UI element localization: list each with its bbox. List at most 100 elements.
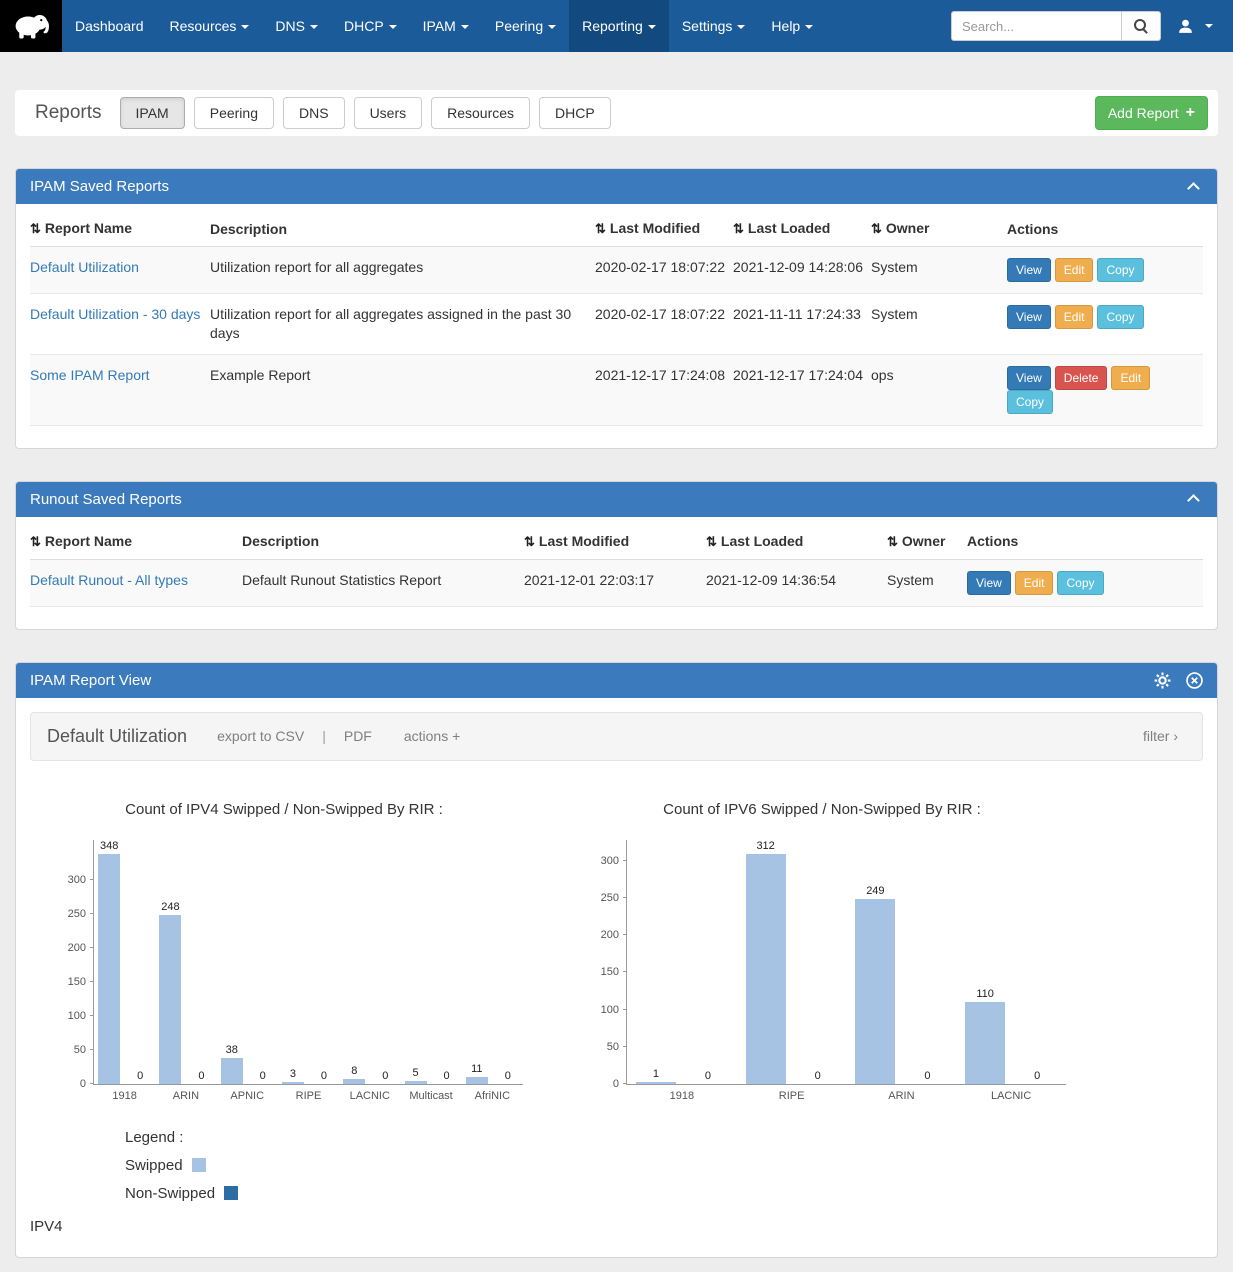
view-button[interactable]: View	[1007, 258, 1051, 282]
bar-swipped	[965, 1002, 1005, 1084]
view-button[interactable]: View	[1007, 366, 1051, 390]
last-modified-cell: 2020-02-17 18:07:22	[595, 247, 733, 294]
section-label-ipv4: IPV4	[30, 1218, 1203, 1235]
nav-item-help[interactable]: Help	[758, 0, 826, 52]
last-modified-cell: 2020-02-17 18:07:22	[595, 294, 733, 355]
column-header-report-name[interactable]: ⇅Report Name	[30, 521, 242, 560]
edit-button[interactable]: Edit	[1111, 366, 1150, 390]
sort-icon: ⇅	[30, 534, 41, 549]
bar-value-label: 110	[976, 988, 994, 1001]
x-category-label: RIPE	[779, 1090, 805, 1102]
runout_saved_reports-body: Default Runout - All typesDefault Runout…	[30, 559, 1203, 606]
view-button[interactable]: View	[967, 571, 1011, 595]
export-pdf-link[interactable]: PDF	[344, 728, 372, 744]
tab-dns[interactable]: DNS	[283, 97, 345, 129]
runout-saved-reports-panel: Runout Saved Reports ⇅Report NameDescrip…	[15, 481, 1218, 630]
chevron-down-icon	[461, 25, 469, 29]
copy-button[interactable]: Copy	[1057, 571, 1103, 595]
tab-resources[interactable]: Resources	[431, 97, 530, 129]
copy-button[interactable]: Copy	[1097, 258, 1143, 282]
column-label: Report Name	[45, 220, 132, 236]
bar-swipped	[221, 1058, 243, 1084]
brand-logo[interactable]	[0, 0, 62, 52]
add-report-button[interactable]: Add Report +	[1095, 96, 1208, 130]
nav-item-ipam[interactable]: IPAM	[410, 0, 482, 52]
y-tick-mark	[623, 1046, 627, 1047]
column-header-owner[interactable]: ⇅Owner	[887, 521, 967, 560]
bar-swipped	[343, 1079, 365, 1084]
x-category-label: 1918	[670, 1090, 694, 1102]
toolbar-separator: |	[322, 728, 326, 744]
y-tick-mark	[90, 913, 94, 914]
x-category-label: AfriNIC	[475, 1090, 510, 1102]
charts-row: Count of IPV4 Swipped / Non-Swipped By R…	[30, 801, 1203, 1085]
column-header-actions: Actions	[967, 521, 1203, 560]
tab-dhcp[interactable]: DHCP	[539, 97, 611, 129]
column-label: Description	[242, 533, 319, 549]
bar-swipped	[466, 1077, 488, 1084]
column-header-last-modified[interactable]: ⇅Last Modified	[524, 521, 706, 560]
panel-title: Runout Saved Reports	[30, 491, 182, 508]
tab-ipam[interactable]: IPAM	[120, 97, 185, 129]
edit-button[interactable]: Edit	[1015, 571, 1054, 595]
tab-peering[interactable]: Peering	[194, 97, 274, 129]
edit-button[interactable]: Edit	[1055, 305, 1094, 329]
reports-bar: Reports IPAMPeeringDNSUsersResourcesDHCP…	[15, 90, 1218, 136]
nav-item-dhcp[interactable]: DHCP	[331, 0, 410, 52]
actions-cell: ViewEditCopy	[967, 559, 1203, 606]
table-row: Default Utilization - 30 daysUtilization…	[30, 294, 1203, 355]
filter-link[interactable]: filter ›	[1143, 728, 1178, 744]
x-category-label: ARIN	[173, 1090, 199, 1102]
bar-group-arin: 2490ARIN	[855, 840, 947, 1084]
y-tick-label: 0	[80, 1078, 86, 1090]
column-header-last-modified[interactable]: ⇅Last Modified	[595, 208, 733, 247]
column-header-owner[interactable]: ⇅Owner	[871, 208, 1007, 247]
bar-value-label: 1	[653, 1068, 659, 1081]
chart-title: Count of IPV4 Swipped / Non-Swipped By R…	[45, 801, 523, 818]
column-header-last-loaded[interactable]: ⇅Last Loaded	[706, 521, 887, 560]
chart-ipv4: Count of IPV4 Swipped / Non-Swipped By R…	[45, 801, 523, 1085]
description-cell: Example Report	[210, 354, 595, 425]
nav-item-settings[interactable]: Settings	[669, 0, 759, 52]
panel-title: IPAM Report View	[30, 672, 151, 689]
last-loaded-cell: 2021-12-09 14:36:54	[706, 559, 887, 606]
close-circle-icon[interactable]	[1186, 672, 1203, 689]
column-label: Actions	[1007, 221, 1058, 237]
y-tick-mark	[90, 1049, 94, 1050]
x-category-label: RIPE	[296, 1090, 322, 1102]
view-button[interactable]: View	[1007, 305, 1051, 329]
panel-header: Runout Saved Reports	[16, 482, 1217, 517]
collapse-chevron-up-icon[interactable]	[1187, 494, 1200, 507]
nav-item-dashboard[interactable]: Dashboard	[62, 0, 157, 52]
y-tick-label: 100	[68, 1010, 86, 1022]
user-menu[interactable]	[1161, 18, 1227, 35]
delete-button[interactable]: Delete	[1055, 366, 1108, 390]
column-header-report-name[interactable]: ⇅Report Name	[30, 208, 210, 247]
copy-button[interactable]: Copy	[1007, 390, 1053, 414]
nav-item-label: DNS	[275, 18, 305, 34]
nav-item-resources[interactable]: Resources	[157, 0, 263, 52]
last-modified-cell: 2021-12-01 22:03:17	[524, 559, 706, 606]
nav-item-reporting[interactable]: Reporting	[569, 0, 669, 52]
tab-users[interactable]: Users	[354, 97, 423, 129]
column-header-last-loaded[interactable]: ⇅Last Loaded	[733, 208, 871, 247]
nav-item-dns[interactable]: DNS	[262, 0, 331, 52]
actions-menu-link[interactable]: actions +	[404, 728, 460, 744]
report-name-link[interactable]: Default Utilization	[30, 259, 139, 275]
report-name-link[interactable]: Default Runout - All types	[30, 572, 188, 588]
x-category-label: 1918	[112, 1090, 136, 1102]
search-input[interactable]	[951, 11, 1121, 41]
chevron-down-icon	[1205, 24, 1213, 28]
nav-item-peering[interactable]: Peering	[482, 0, 569, 52]
chart-legend: Legend : SwippedNon-Swipped	[125, 1129, 1203, 1202]
export-csv-link[interactable]: export to CSV	[217, 728, 304, 744]
gear-icon[interactable]	[1154, 672, 1171, 689]
report-name-link[interactable]: Default Utilization - 30 days	[30, 306, 200, 322]
report-name-link[interactable]: Some IPAM Report	[30, 367, 150, 383]
edit-button[interactable]: Edit	[1055, 258, 1094, 282]
collapse-chevron-up-icon[interactable]	[1187, 182, 1200, 195]
nav-item-label: DHCP	[344, 18, 384, 34]
bar-group-arin: 2480ARIN	[159, 840, 212, 1084]
search-button[interactable]	[1121, 11, 1161, 41]
copy-button[interactable]: Copy	[1097, 305, 1143, 329]
